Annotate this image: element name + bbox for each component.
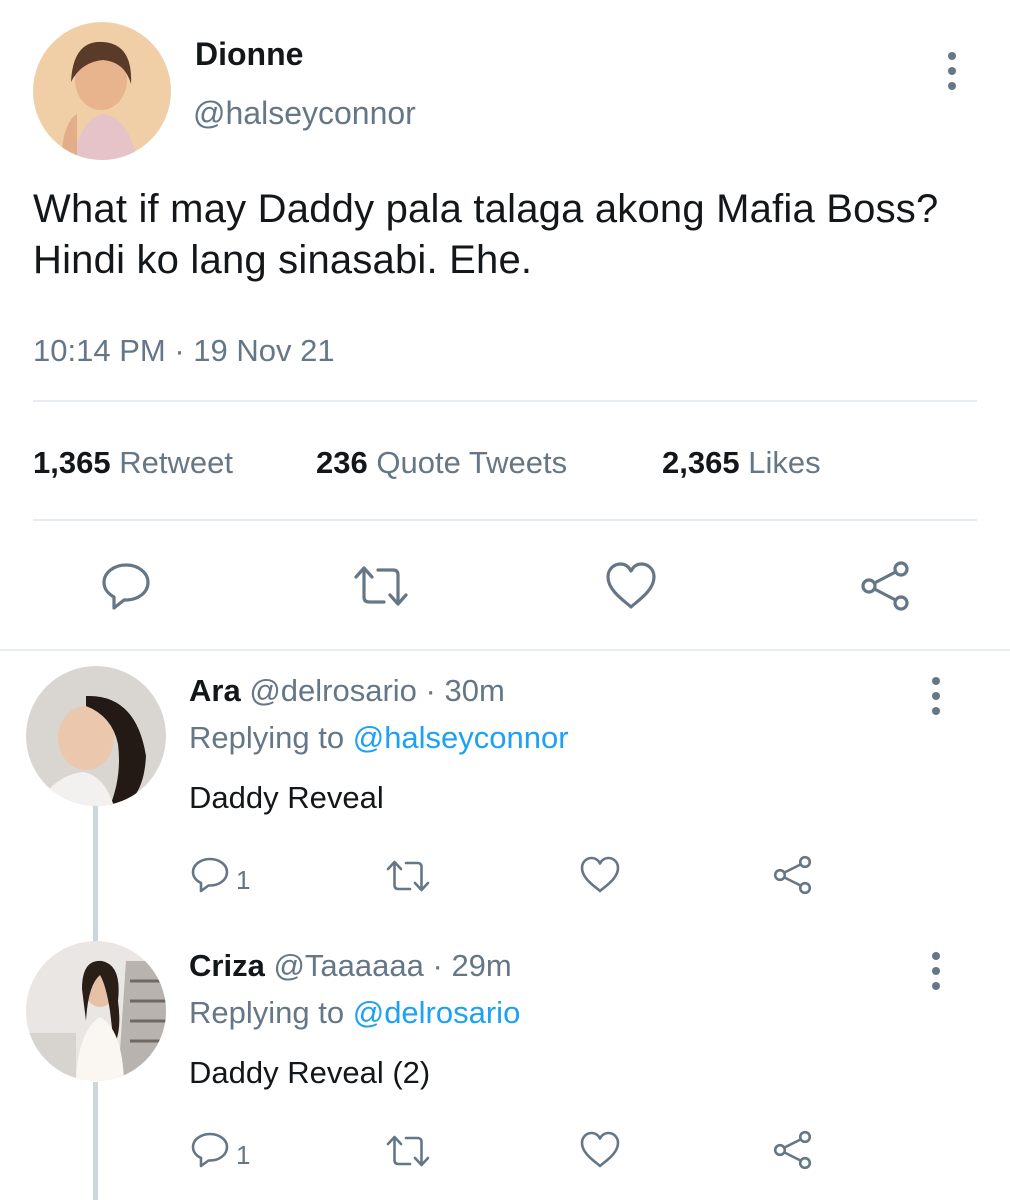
quotes-count: 236 [316,445,368,480]
like-button[interactable] [579,1130,621,1170]
time-separator: · [425,673,436,708]
quotes-label: Quote Tweets [376,445,568,480]
reply-author-name[interactable]: Criza [189,948,265,983]
tweet-date: 19 Nov 21 [193,333,335,368]
more-options-button[interactable] [932,677,944,722]
replying-to-handle[interactable]: @halseyconnor [353,720,569,755]
retweets-count: 1,365 [33,445,111,480]
reply-time: 29m [451,948,512,983]
reply-author-handle[interactable]: @delrosario [249,673,417,708]
retweet-button[interactable] [385,1133,431,1169]
share-icon [773,855,812,895]
like-button[interactable] [579,855,621,895]
author-name[interactable]: Dionne [195,36,303,73]
time-separator: · [174,333,185,368]
likes-stat[interactable]: 2,365 Likes [662,445,821,481]
retweets-label: Retweet [119,445,233,480]
retweets-stat[interactable]: 1,365 Retweet [33,445,233,481]
reply-text: Daddy Reveal (2) [189,1055,431,1090]
reply-time: 30m [444,673,505,708]
replying-to-handle[interactable]: @delrosario [353,995,521,1030]
share-icon [773,1130,812,1170]
more-icon [948,52,956,60]
tweet-timestamp[interactable]: 10:14 PM · 19 Nov 21 [33,333,335,369]
reply-header: Criza @Taaaaaa · 29m [189,948,512,984]
quotes-stat[interactable]: 236 Quote Tweets [316,445,567,481]
replying-to-label: Replying to [189,995,345,1030]
reply-button[interactable]: 1 [190,1130,250,1170]
reply-header: Ara @delrosario · 30m [189,673,505,709]
more-options-button[interactable] [932,952,944,997]
retweet-button[interactable] [352,563,410,609]
tweet-time: 10:14 PM [33,333,166,368]
retweet-icon [386,860,430,892]
replying-to: Replying to @delrosario [189,995,520,1031]
divider [33,519,977,521]
likes-label: Likes [748,445,821,480]
reply-icon [191,857,229,893]
like-button[interactable] [604,560,658,612]
thread-line [93,806,98,945]
like-icon [580,1131,620,1168]
author-handle[interactable]: @halseyconnor [193,95,416,132]
share-button[interactable] [771,853,815,897]
reply-avatar[interactable] [26,941,166,1081]
reply-button[interactable]: 1 [190,855,250,895]
share-button[interactable] [771,1128,815,1172]
reply-author-handle[interactable]: @Taaaaaa [273,948,423,983]
reply-icon [102,563,150,610]
like-icon [606,562,656,609]
likes-count: 2,365 [662,445,740,480]
more-icon [932,952,940,960]
thread-line [93,1082,98,1200]
section-divider [0,649,1010,651]
retweet-icon [354,566,408,606]
reply-text: Daddy Reveal [189,780,384,815]
author-avatar[interactable] [33,22,171,160]
more-options-button[interactable] [948,52,960,97]
reply-count: 1 [236,1140,251,1170]
retweet-button[interactable] [385,858,431,894]
divider [33,400,977,402]
reply-count: 1 [236,865,251,895]
time-separator: · [432,948,443,983]
like-icon [580,856,620,893]
retweet-icon [386,1135,430,1167]
replying-to-label: Replying to [189,720,345,755]
reply-button[interactable] [100,560,152,612]
reply-avatar[interactable] [26,666,166,806]
reply-author-name[interactable]: Ara [189,673,241,708]
tweet-text: What if may Daddy pala talaga akong Mafi… [33,187,939,282]
reply-icon [191,1132,229,1168]
more-icon [932,677,940,685]
replying-to: Replying to @halseyconnor [189,720,569,756]
share-icon [861,561,909,611]
share-button[interactable] [857,558,913,614]
